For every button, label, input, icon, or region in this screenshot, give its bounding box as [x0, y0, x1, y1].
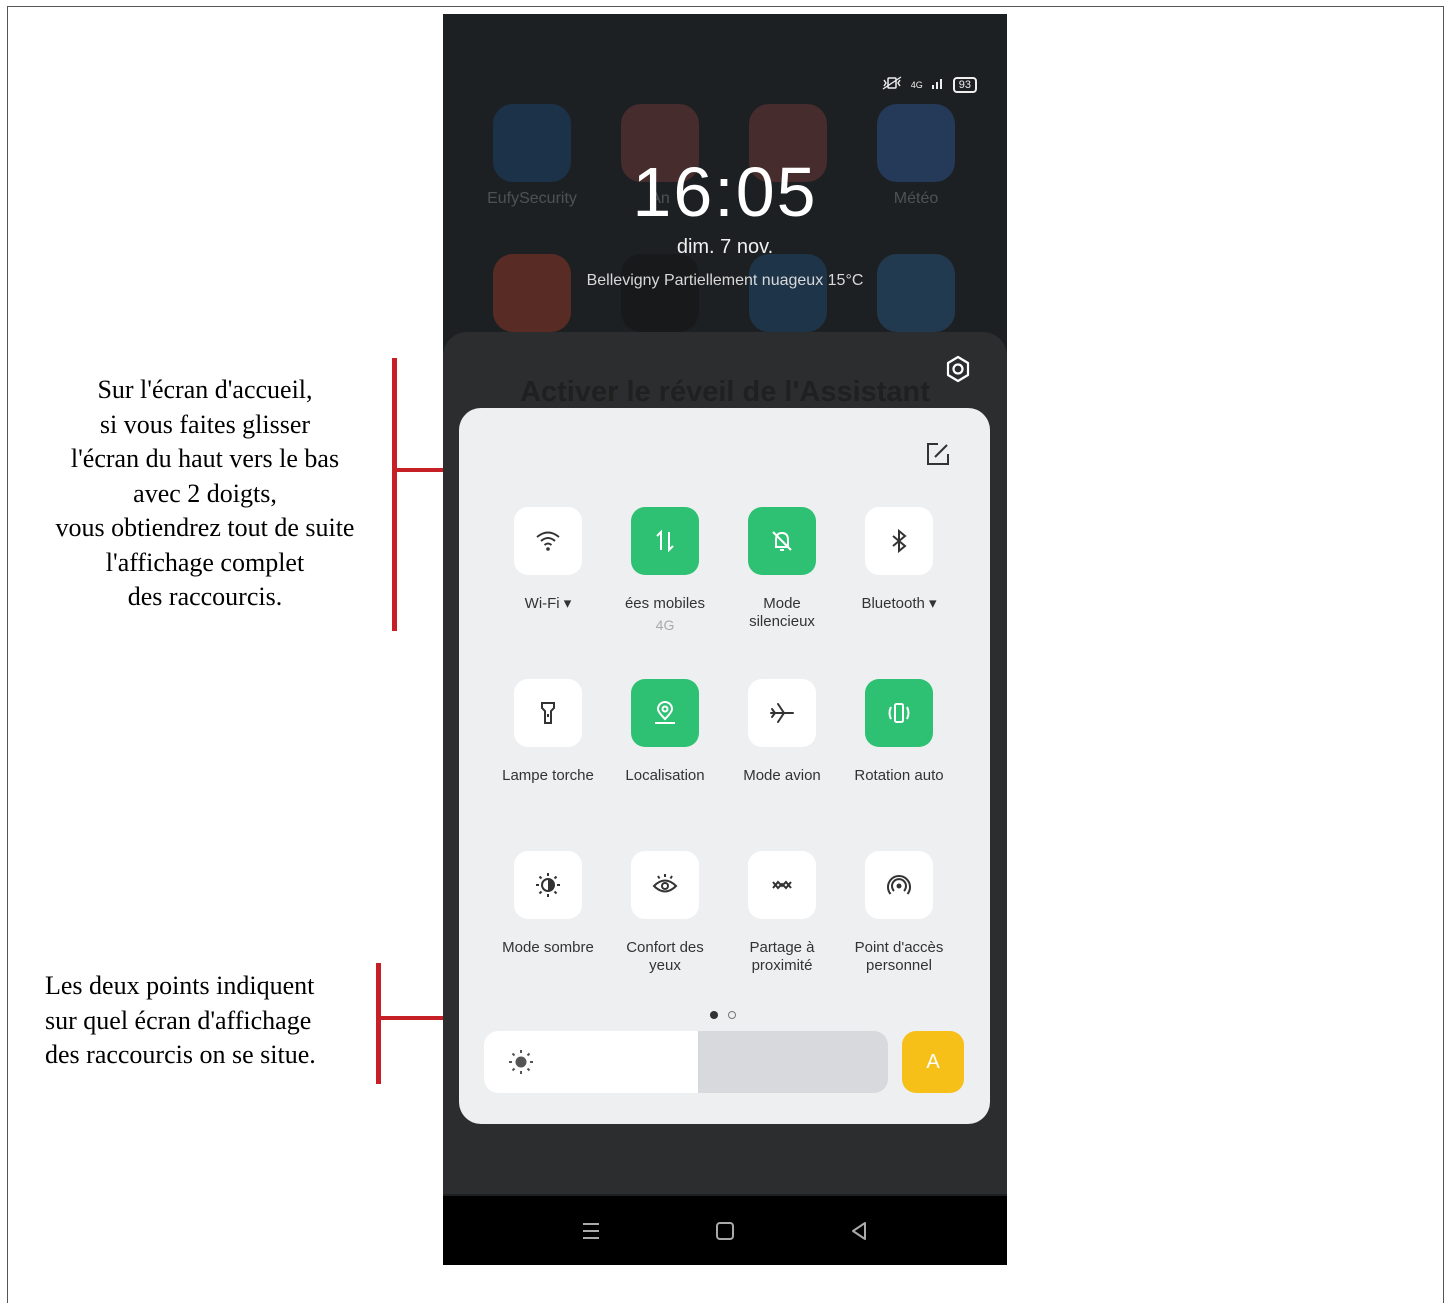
dark-mode-icon — [514, 851, 582, 919]
tile-silent-mode[interactable]: Mode silencieux — [722, 507, 842, 631]
tile-airplane-mode[interactable]: Mode avion — [722, 679, 842, 785]
assistant-sheet-title: Activer le réveil de l'Assistant — [520, 376, 930, 408]
annotation-bracket — [376, 963, 381, 1084]
brightness-slider[interactable] — [484, 1031, 888, 1093]
flashlight-icon — [514, 679, 582, 747]
menu-icon[interactable] — [578, 1218, 604, 1244]
tile-wifi[interactable]: Wi-Fi ▾ — [488, 507, 608, 613]
page-dot-current[interactable] — [710, 1011, 718, 1019]
tile-label: Bluetooth ▾ — [861, 595, 937, 612]
rotate-icon — [865, 679, 933, 747]
tile-label: Rotation auto — [854, 767, 944, 784]
tile-dark-mode[interactable]: Mode sombre — [488, 851, 608, 957]
network-type: 4G — [910, 79, 923, 90]
settings-gear-icon[interactable] — [943, 354, 973, 384]
page-indicator — [710, 1011, 736, 1019]
annotation-line: Les deux points indiquent — [45, 971, 315, 1000]
signal-icon — [931, 76, 945, 93]
annotation-line: sur quel écran d'affichage — [45, 1005, 312, 1035]
annotation-line: Sur l'écran d'accueil, — [97, 375, 313, 404]
location-icon — [631, 679, 699, 747]
tile-label: Lampe torche — [502, 767, 594, 784]
auto-brightness-button[interactable]: A — [902, 1031, 964, 1093]
tile-label: Mode avion — [743, 767, 821, 784]
radio-app-icon — [493, 254, 571, 332]
annotation-line: avec 2 doigts, — [133, 478, 277, 508]
status-bar: 4G 93 — [881, 76, 977, 93]
tile-label: Localisation — [625, 767, 705, 784]
tile-flashlight[interactable]: Lampe torche — [488, 679, 608, 785]
tile-label: Confort des yeux — [626, 939, 704, 974]
back-icon[interactable] — [846, 1218, 872, 1244]
annotation-line: l'écran du haut vers le bas — [70, 444, 340, 473]
battery-level: 93 — [952, 76, 977, 93]
tile-location[interactable]: Localisation — [605, 679, 725, 785]
tile-label: Mode sombre — [502, 939, 594, 956]
navigation-bar — [443, 1196, 1007, 1265]
home-icon[interactable] — [712, 1218, 738, 1244]
annotation-page-dots: Les deux points indiquent sur quel écran… — [18, 969, 388, 1073]
weather-summary: Bellevigny Partiellement nuageux 15°C — [586, 272, 864, 289]
annotation-line: si vous faites glisser — [99, 409, 311, 439]
tile-mobile-data[interactable]: ées mobiles 4G — [605, 507, 725, 633]
hotspot-icon — [865, 851, 933, 919]
app-icon — [749, 254, 827, 332]
tile-label: Partage à proximité — [749, 939, 815, 974]
annotation-line: des raccourcis on se situe. — [45, 1040, 316, 1069]
phone-screen: EufySecurity An Météo 4G 93 16:05 dim. 7… — [443, 14, 1007, 1265]
annotation-line: des raccourcis. — [127, 582, 283, 611]
tile-hotspot[interactable]: Point d'accès personnel — [839, 851, 959, 975]
edit-icon[interactable] — [924, 440, 952, 468]
eye-icon — [631, 851, 699, 919]
lock-clock: 16:05 — [632, 153, 818, 231]
vibrate-icon — [881, 76, 903, 93]
lock-date: dim. 7 nov. — [676, 236, 774, 258]
tile-nearby-share[interactable]: Partage à proximité — [722, 851, 842, 975]
tile-auto-rotate[interactable]: Rotation auto — [839, 679, 959, 785]
mobile-data-icon — [631, 507, 699, 575]
tile-bluetooth[interactable]: Bluetooth ▾ — [839, 507, 959, 613]
airplane-icon — [748, 679, 816, 747]
camera-app-icon — [621, 254, 699, 332]
tile-eye-comfort[interactable]: Confort des yeux — [605, 851, 725, 975]
tile-sublabel: 4G — [655, 617, 675, 633]
tile-label: ées mobiles — [624, 595, 706, 612]
waze-app-icon — [877, 254, 955, 332]
nearby-share-icon — [748, 851, 816, 919]
quick-settings-panel: Wi-Fi ▾ ées mobiles 4G Mode silencieux B… — [459, 408, 990, 1124]
page-dot[interactable] — [728, 1011, 736, 1019]
tile-label: Wi-Fi ▾ — [524, 595, 572, 612]
wifi-icon — [514, 507, 582, 575]
bell-off-icon — [748, 507, 816, 575]
annotation-line: l'affichage complet — [105, 547, 305, 577]
tile-label: Mode silencieux — [749, 595, 815, 630]
annotation-line: vous obtiendrez tout de suite — [55, 513, 355, 542]
brightness-icon — [506, 1047, 536, 1077]
bluetooth-icon — [865, 507, 933, 575]
tile-label: Point d'accès personnel — [854, 939, 944, 974]
annotation-swipe-instructions: Sur l'écran d'accueil, si vous faites gl… — [20, 373, 390, 615]
annotation-bracket — [392, 358, 397, 631]
